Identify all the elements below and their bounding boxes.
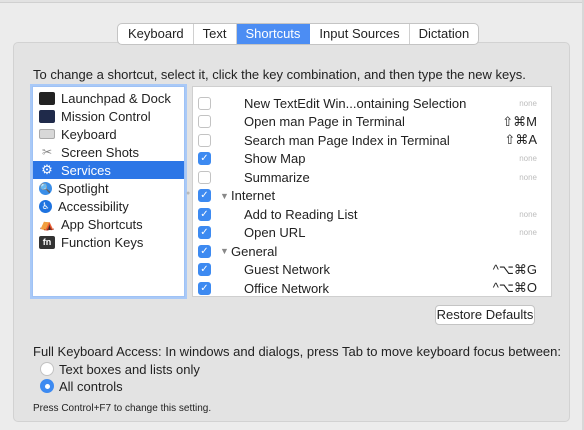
shortcut-key[interactable]: none [519,173,537,182]
keyboard-icon [39,129,55,139]
fn-key-icon: fn [39,235,55,249]
shortcut-list[interactable]: New TextEdit Win...ontaining Selection no… [192,86,552,297]
shortcut-row[interactable]: ✓ Office Network ^⌥⌘O [193,279,551,296]
shortcut-label: Internet [231,188,276,203]
shortcut-key[interactable]: ⇧⌘A [504,132,537,148]
category-item[interactable]: ✂ Screen Shots [33,143,184,161]
instruction-text: To change a shortcut, select it, click t… [33,67,526,82]
shortcut-row[interactable]: ✓ Show Map none [193,150,551,168]
category-label: App Shortcuts [61,216,143,232]
splitter-handle-icon[interactable]: ● [186,190,190,197]
radio-label: Text boxes and lists only [59,361,200,377]
category-label: Screen Shots [61,144,140,160]
checkbox[interactable] [198,96,211,110]
accessibility-icon: ♿ [39,199,52,213]
shortcut-label: Guest Network [244,262,330,277]
shortcut-key[interactable]: none [519,154,537,163]
hint-text: Press Control+F7 to change this setting. [33,403,212,414]
shortcut-label: Add to Reading List [244,206,358,222]
shortcut-label: Open man Page in Terminal [244,114,405,129]
checkbox[interactable]: ✓ [198,263,211,276]
shortcut-label: New TextEdit Win...ontaining Selection [244,95,467,111]
checkbox[interactable] [198,170,211,184]
checkbox[interactable]: ✓ [198,281,211,295]
category-item[interactable]: fn Function Keys [33,233,184,251]
checkbox[interactable] [198,115,211,128]
category-item[interactable]: ♿ Accessibility [33,197,184,215]
tab-keyboard[interactable]: Keyboard [118,24,194,44]
shortcut-key[interactable]: none [519,210,537,219]
shortcut-row[interactable]: ✓ Open URL none [193,224,551,242]
restore-defaults-button[interactable]: Restore Defaults [435,305,535,325]
full-keyboard-access-label: Full Keyboard Access: In windows and dia… [33,344,561,359]
tab-shortcuts[interactable]: Shortcuts [236,24,311,44]
shortcut-group-row[interactable]: ✓ ▼ Internet [193,187,551,205]
services-gear-icon: ⚙ [41,162,53,177]
checkbox[interactable]: ✓ [198,207,211,221]
shortcut-key[interactable]: ⇧⌘M [502,114,537,130]
shortcut-key[interactable]: none [519,228,537,237]
disclosure-triangle-icon[interactable]: ▼ [220,191,229,201]
shortcut-label: Open URL [244,225,306,240]
radio-button[interactable] [40,362,54,376]
spotlight-icon: 🔍 [39,181,52,195]
shortcut-row[interactable]: ✓ Add to Reading List none [193,205,551,223]
shortcut-key[interactable]: ^⌥⌘G [493,262,537,278]
app-shortcuts-icon: ⛺ [39,217,55,231]
checkbox[interactable]: ✓ [198,189,211,202]
category-item[interactable]: Mission Control [33,107,184,125]
category-label: Accessibility [58,198,129,214]
shortcut-key[interactable]: ^⌥⌘O [493,280,537,296]
tab-text[interactable]: Text [194,24,237,44]
launchpad-icon [39,91,55,105]
checkbox[interactable] [198,133,211,147]
shortcut-label: General [231,243,278,259]
category-item[interactable]: ⚙ Services [33,161,184,179]
shortcut-row[interactable]: Summarize none [193,168,551,186]
category-list[interactable]: Launchpad & Dock Mission Control Keyboard ✂… [32,86,185,297]
category-label: Services [61,162,111,178]
category-label: Spotlight [58,180,109,196]
category-item[interactable]: Launchpad & Dock [33,89,184,107]
mission-control-icon [39,109,55,123]
shortcut-label: Search man Page Index in Terminal [244,132,450,148]
shortcut-label: Office Network [244,280,330,296]
category-label: Launchpad & Dock [61,90,171,106]
category-label: Function Keys [61,234,144,250]
radio-text-boxes-only[interactable]: Text boxes and lists only [40,361,200,377]
shortcut-key[interactable]: none [519,99,537,108]
checkbox[interactable]: ✓ [198,244,211,258]
category-item[interactable]: ⛺ App Shortcuts [33,215,184,233]
tab-bar: Keyboard Text Shortcuts Input Sources Di… [117,23,480,45]
shortcut-group-row[interactable]: ✓ ▼ General [193,242,551,260]
shortcut-row[interactable]: ✓ Guest Network ^⌥⌘G [193,261,551,279]
radio-all-controls[interactable]: All controls [40,378,123,394]
shortcut-label: Show Map [244,151,306,166]
disclosure-triangle-icon[interactable]: ▼ [220,246,229,256]
tab-input-sources[interactable]: Input Sources [310,24,410,44]
category-label: Keyboard [61,126,117,142]
shortcut-label: Summarize [244,169,310,185]
tab-dictation[interactable]: Dictation [410,24,479,44]
window-top-edge [0,0,584,3]
shortcut-row[interactable]: Search man Page Index in Terminal ⇧⌘A [193,131,551,149]
screenshot-icon: ✂ [41,145,53,159]
category-label: Mission Control [61,108,151,124]
radio-label: All controls [59,378,123,394]
checkbox[interactable]: ✓ [198,152,211,165]
shortcut-row[interactable]: Open man Page in Terminal ⇧⌘M [193,113,551,131]
category-item[interactable]: 🔍 Spotlight [33,179,184,197]
shortcut-row[interactable]: New TextEdit Win...ontaining Selection no… [193,94,551,112]
checkbox[interactable]: ✓ [198,226,211,239]
radio-button[interactable] [40,379,54,393]
category-item[interactable]: Keyboard [33,125,184,143]
